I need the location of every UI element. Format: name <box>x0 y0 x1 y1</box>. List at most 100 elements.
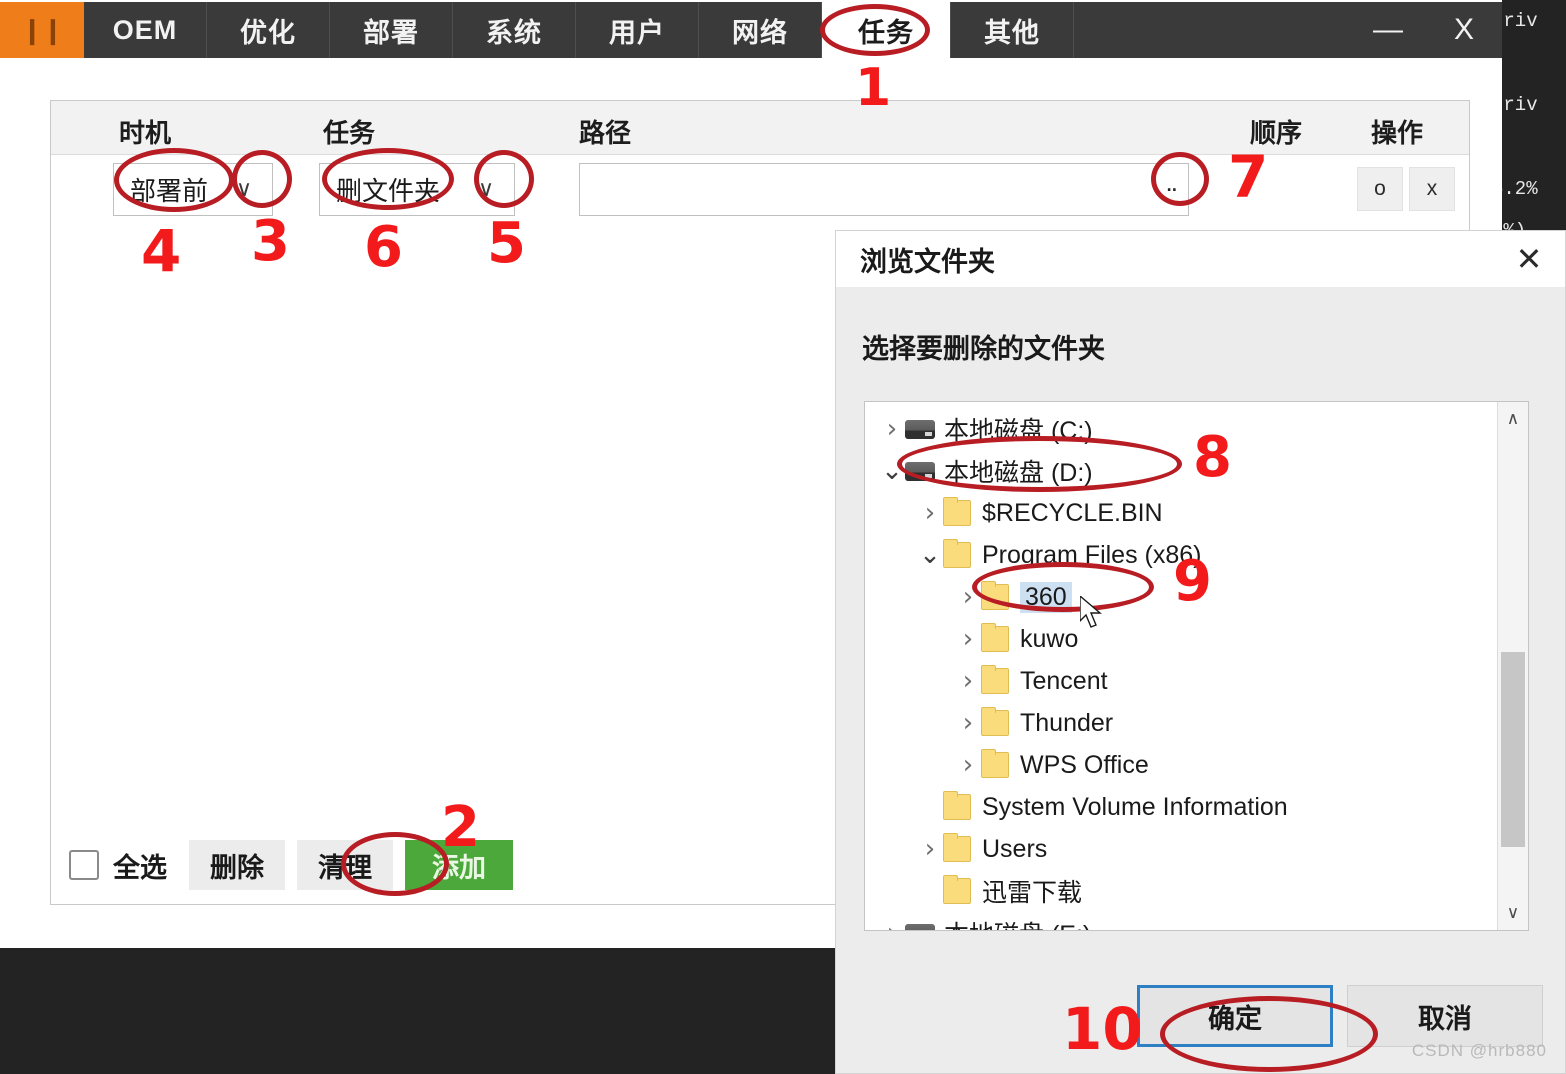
tree-item[interactable]: › Thunder <box>865 702 1497 744</box>
folder-icon <box>981 707 1009 736</box>
folder-icon <box>943 539 971 568</box>
folder-icon <box>943 833 971 862</box>
column-header-path: 路径 <box>579 118 632 148</box>
dialog-prompt: 选择要删除的文件夹 <box>862 334 1105 364</box>
add-button[interactable]: 添加 <box>405 840 513 890</box>
scroll-up-icon[interactable]: ∧ <box>1498 404 1528 434</box>
path-field-wrapper: .. <box>579 163 1189 216</box>
folder-icon <box>981 665 1009 694</box>
tab-system[interactable]: 系统 <box>453 2 576 58</box>
table-row: 部署前 ∨ 删文件夹 ∨ .. o x <box>51 155 1469 227</box>
scroll-down-icon[interactable]: ∨ <box>1498 898 1528 928</box>
dialog-title: 浏览文件夹 <box>860 246 995 277</box>
task-table-header: 时机 任务 路径 顺序 操作 <box>51 101 1469 155</box>
tree-item[interactable]: › Tencent <box>865 660 1497 702</box>
ok-button[interactable]: 确定 <box>1137 985 1333 1047</box>
folder-icon <box>943 875 971 904</box>
task-type-select-value: 删文件夹 <box>336 176 441 206</box>
column-header-task: 任务 <box>323 118 376 148</box>
chevron-right-icon[interactable]: › <box>955 708 981 738</box>
folder-icon <box>943 497 971 526</box>
chevron-down-icon[interactable]: ∨ <box>216 177 272 202</box>
tree-item[interactable]: › WPS Office <box>865 744 1497 786</box>
tree-item[interactable]: › 本地磁盘 (E:) <box>865 912 1497 930</box>
folder-tree[interactable]: › 本地磁盘 (C:) ⌄ 本地磁盘 (D:) › $RECYCLE.BIN ⌄ Progra… <box>865 402 1497 930</box>
chevron-right-icon[interactable]: › <box>955 624 981 654</box>
tree-item[interactable]: › kuwo <box>865 618 1497 660</box>
tree-item[interactable]: › $RECYCLE.BIN <box>865 492 1497 534</box>
tree-item-label: System Volume Information <box>982 792 1288 821</box>
pause-icon[interactable]: ❙❙ <box>0 2 84 58</box>
tree-item-label: 迅雷下载 <box>982 879 1083 907</box>
tree-item[interactable]: › 本地磁盘 (C:) <box>865 408 1497 450</box>
tree-item[interactable]: System Volume Information <box>865 786 1497 828</box>
window-controls: — X <box>1350 2 1502 58</box>
folder-tree-box: › 本地磁盘 (C:) ⌄ 本地磁盘 (D:) › $RECYCLE.BIN ⌄ Progra… <box>864 401 1529 931</box>
tab-optimize[interactable]: 优化 <box>207 2 330 58</box>
tab-user[interactable]: 用户 <box>576 2 699 58</box>
folder-icon <box>943 791 971 820</box>
dialog-button-row: 确定 取消 <box>1123 985 1543 1047</box>
tree-item-label: Program Files (x86) <box>982 540 1202 569</box>
tree-item-label: kuwo <box>1020 624 1079 653</box>
tree-scrollbar[interactable]: ∧ ∨ <box>1497 402 1528 930</box>
timing-select-value: 部署前 <box>130 176 209 206</box>
tree-item-label: WPS Office <box>1020 750 1149 779</box>
tree-item[interactable]: ⌄ 本地磁盘 (D:) <box>865 450 1497 492</box>
tree-item-label: $RECYCLE.BIN <box>982 498 1163 527</box>
path-input[interactable] <box>580 164 1134 215</box>
drive-icon <box>905 923 935 930</box>
select-all-label: 全选 <box>113 852 167 883</box>
column-header-order: 顺序 <box>1250 118 1303 148</box>
tree-item-label: Users <box>982 834 1048 863</box>
row-delete-button[interactable]: x <box>1409 167 1455 211</box>
tree-item-label: Tencent <box>1020 666 1108 695</box>
tab-deploy[interactable]: 部署 <box>330 2 453 58</box>
folder-icon <box>981 581 1009 610</box>
tree-item-label: 本地磁盘 (D:) <box>944 459 1093 487</box>
tree-item-label: 本地磁盘 (E:) <box>944 915 1097 930</box>
tab-task[interactable]: 任务 <box>822 2 951 58</box>
cancel-button[interactable]: 取消 <box>1347 985 1543 1047</box>
column-header-action: 操作 <box>1371 118 1424 148</box>
close-icon[interactable]: ✕ <box>1493 231 1565 287</box>
tree-item[interactable]: › Users <box>865 828 1497 870</box>
tree-item-label: Thunder <box>1020 708 1114 737</box>
tab-other[interactable]: 其他 <box>951 2 1074 58</box>
tree-item[interactable]: 迅雷下载 <box>865 870 1497 912</box>
tab-oem[interactable]: OEM <box>84 2 207 58</box>
browse-folder-button[interactable]: .. <box>1134 164 1188 215</box>
delete-button[interactable]: 删除 <box>189 840 285 890</box>
tree-item[interactable]: ⌄ Program Files (x86) <box>865 534 1497 576</box>
clear-button[interactable]: 清理 <box>297 840 393 890</box>
chevron-right-icon[interactable]: › <box>879 414 905 444</box>
browse-folder-dialog: 浏览文件夹 ✕ 选择要删除的文件夹 › 本地磁盘 (C:) ⌄ 本地磁盘 (D:) › $… <box>835 230 1566 1074</box>
minimize-button[interactable]: — <box>1350 2 1426 58</box>
column-header-timing: 时机 <box>119 118 172 148</box>
chevron-right-icon[interactable]: › <box>955 750 981 780</box>
chevron-down-icon[interactable]: ∨ <box>458 177 514 202</box>
row-confirm-button[interactable]: o <box>1357 167 1403 211</box>
scrollbar-thumb[interactable] <box>1501 652 1525 847</box>
tree-item-label: 360 <box>1020 581 1072 613</box>
folder-icon <box>981 749 1009 778</box>
watermark: CSDN @hrb880 <box>1411 1041 1547 1060</box>
timing-select[interactable]: 部署前 ∨ <box>113 163 273 216</box>
task-type-select[interactable]: 删文件夹 ∨ <box>319 163 515 216</box>
drive-icon <box>905 419 935 439</box>
tree-item[interactable]: › 360 <box>865 576 1497 618</box>
chevron-right-icon[interactable]: › <box>879 918 905 930</box>
chevron-down-icon[interactable]: ⌄ <box>917 542 943 568</box>
chevron-right-icon[interactable]: › <box>955 666 981 696</box>
chevron-down-icon[interactable]: ⌄ <box>879 458 905 484</box>
tab-network[interactable]: 网络 <box>699 2 822 58</box>
drive-icon <box>905 461 935 481</box>
tab-bar: ❙❙ OEM 优化 部署 系统 用户 网络 任务 其他 — X <box>0 2 1502 58</box>
chevron-right-icon[interactable]: › <box>917 498 943 528</box>
dialog-title-bar: 浏览文件夹 ✕ <box>836 231 1565 287</box>
tree-item-label: 本地磁盘 (C:) <box>944 417 1093 445</box>
chevron-right-icon[interactable]: › <box>917 834 943 864</box>
close-button[interactable]: X <box>1426 2 1502 58</box>
select-all-checkbox[interactable] <box>69 850 99 880</box>
chevron-right-icon[interactable]: › <box>955 582 981 612</box>
